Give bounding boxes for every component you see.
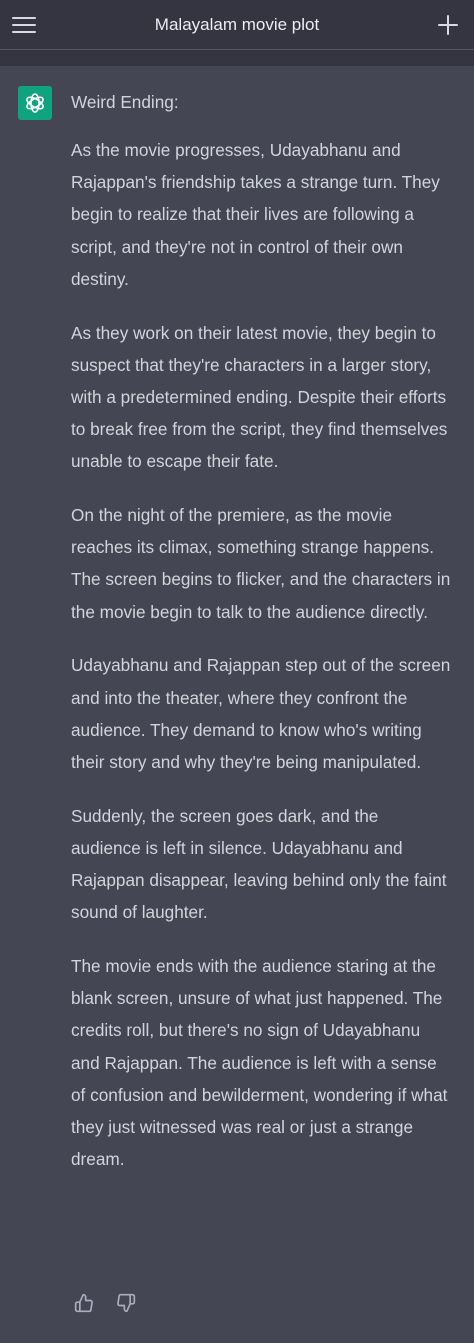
message-paragraph-3: On the night of the premiere, as the mov… bbox=[71, 505, 451, 622]
chat-title: Malayalam movie plot bbox=[154, 15, 320, 34]
message-paragraph-6: The movie ends with the audience staring… bbox=[71, 955, 448, 1170]
header-spacer bbox=[0, 50, 474, 66]
openai-logo-icon bbox=[18, 86, 52, 120]
thumbs-down-icon[interactable] bbox=[116, 1293, 140, 1317]
message-paragraph-5: Suddenly, the screen goes dark, and the … bbox=[71, 805, 447, 923]
thumbs-up-icon[interactable] bbox=[74, 1293, 98, 1317]
message-content: Weird Ending: As the movie progresses, U… bbox=[71, 86, 451, 1197]
assistant-message: Weird Ending: As the movie progresses, U… bbox=[0, 66, 474, 1343]
message-paragraph-2: As they work on their latest movie, they… bbox=[71, 322, 448, 472]
message-heading: Weird Ending: bbox=[71, 92, 179, 112]
message-paragraph-4: Udayabhanu and Rajappan step out of the … bbox=[71, 655, 451, 772]
top-bar: Malayalam movie plot bbox=[0, 0, 474, 50]
message-paragraph-1: As the movie progresses, Udayabhanu and … bbox=[71, 140, 440, 289]
plus-icon[interactable] bbox=[438, 13, 458, 37]
